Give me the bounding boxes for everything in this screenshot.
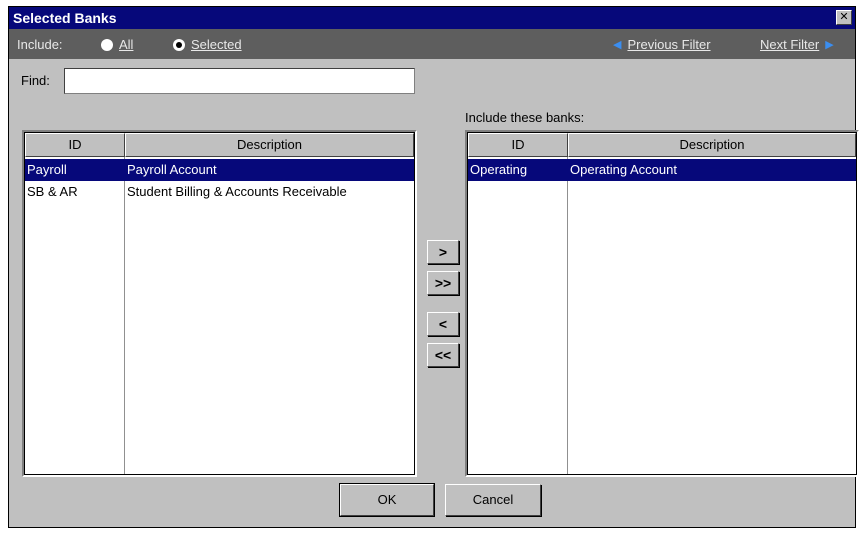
close-button[interactable]: ✕ [836,10,852,25]
available-row-id: SB & AR [27,184,78,199]
title-bar: Selected Banks ✕ [9,7,855,29]
close-icon: ✕ [839,11,849,23]
remove-button[interactable]: < [427,312,459,336]
ok-button[interactable]: OK [339,483,435,517]
included-row-operating[interactable]: Operating Operating Account [468,159,856,181]
radio-all-label: All [119,37,134,52]
add-all-button[interactable]: >> [427,271,459,295]
included-column-divider [567,157,568,474]
include-label: Include: [17,37,63,52]
find-label: Find: [21,73,50,88]
included-grid-frame: ID Description Operating Operating Accou… [467,132,857,475]
available-banks-grid[interactable]: ID Description Payroll Payroll Account S… [22,130,417,477]
remove-all-button[interactable]: << [427,343,459,367]
included-banks-grid[interactable]: ID Description Operating Operating Accou… [465,130,859,477]
selected-banks-dialog: Selected Banks ✕ Include: All Selected ◀… [8,6,859,528]
available-col-description-header[interactable]: Description [125,133,414,157]
available-row-payroll[interactable]: Payroll Payroll Account [25,159,414,181]
next-filter-label: Next Filter [760,37,820,52]
available-grid-frame: ID Description Payroll Payroll Account S… [24,132,415,475]
next-filter-link[interactable]: Next Filter ▶ [760,37,834,52]
find-input[interactable] [64,68,415,94]
include-these-banks-label: Include these banks: [465,110,585,125]
add-button[interactable]: > [427,240,459,264]
radio-all-indicator [101,38,113,51]
radio-selected[interactable]: Selected [173,37,242,52]
previous-filter-link[interactable]: ◀ Previous Filter [613,37,711,52]
triangle-left-icon: ◀ [613,39,622,51]
radio-selected-label: Selected [191,37,242,52]
radio-all[interactable]: All [101,37,133,52]
available-row-description: Student Billing & Accounts Receivable [127,184,347,199]
filter-bar: Include: All Selected ◀ Previous Filter … [9,29,855,59]
included-col-description-header[interactable]: Description [568,133,856,157]
previous-filter-label: Previous Filter [627,37,711,52]
available-col-id-header[interactable]: ID [25,133,125,157]
included-col-id-header[interactable]: ID [468,133,568,157]
available-row-sb-ar[interactable]: SB & AR Student Billing & Accounts Recei… [25,181,414,203]
included-row-id: Operating [470,162,528,177]
triangle-right-icon: ▶ [825,39,834,51]
included-row-description: Operating Account [570,162,677,177]
dialog-title: Selected Banks [13,10,117,26]
cancel-button[interactable]: Cancel [445,484,541,516]
available-row-id: Payroll [27,162,67,177]
available-column-divider [124,157,125,474]
available-row-description: Payroll Account [127,162,217,177]
radio-selected-indicator [173,38,185,51]
